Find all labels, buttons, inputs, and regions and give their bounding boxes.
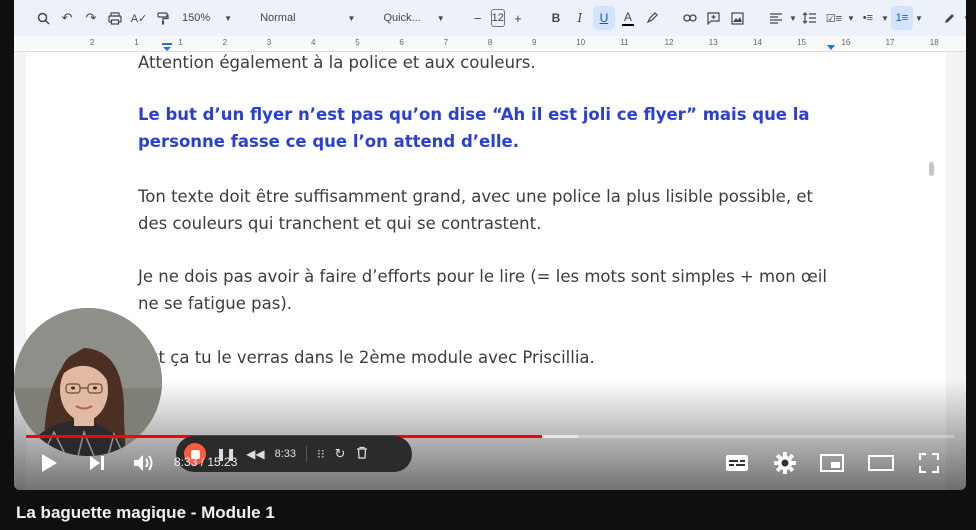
redo-icon: ↷	[85, 10, 97, 25]
ruler-number: 11	[620, 38, 629, 47]
ruler-number: 6	[399, 38, 404, 47]
ruler-number: 1	[134, 38, 139, 47]
time-display: 8:33 / 15:23	[174, 455, 238, 469]
align-icon	[765, 6, 787, 30]
ruler-number: 15	[797, 38, 807, 47]
bold-icon: B	[551, 11, 561, 25]
ruler-number: 18	[929, 38, 939, 47]
ruler-number: 3	[266, 38, 272, 47]
style-value: Normal	[260, 12, 296, 24]
font-size-field: 12	[490, 9, 505, 27]
delete-recording-icon[interactable]	[356, 446, 368, 462]
document-paragraph: Je ne dois pas avoir à faire d’efforts p…	[138, 267, 827, 313]
bulleted-list-icon: •≡	[862, 12, 874, 24]
document-page: Attention également à la police et aux c…	[26, 52, 946, 490]
chevron-down-icon: ▼	[880, 13, 889, 23]
ruler-number: 1	[178, 38, 183, 47]
ruler-number: 14	[753, 38, 762, 47]
zoom-value: 150%	[182, 12, 211, 24]
search-menus-icon	[32, 6, 54, 30]
theater-mode-button[interactable]	[867, 452, 895, 474]
document-scrollbar	[929, 162, 934, 176]
checklist-icon: ☑≡	[825, 12, 843, 25]
play-icon	[42, 454, 57, 472]
docs-toolbar: ↶ ↷ A✓ 150% ▼ Normal ▼ Quick... ▼ − 12 + B …	[14, 0, 966, 36]
chevron-down-icon: ▼	[846, 13, 855, 23]
document-paragraph: out ça tu le verras dans le 2ème module …	[138, 348, 595, 367]
ruler-number: 16	[841, 38, 851, 47]
presenter-image	[14, 308, 162, 456]
ruler-number: 5	[355, 38, 360, 47]
paint-format-icon	[152, 6, 174, 30]
document-paragraph: Ton texte doit être suffisamment grand, …	[138, 187, 813, 233]
volume-button[interactable]	[130, 450, 158, 476]
fullscreen-button[interactable]	[916, 450, 942, 476]
document-line: Attention également à la police et aux c…	[138, 53, 536, 72]
text-color-icon: A	[621, 10, 634, 26]
chevron-down-icon: ▼	[788, 13, 797, 23]
left-indent-marker[interactable]	[162, 38, 172, 51]
subtitles-button[interactable]	[724, 452, 750, 474]
link-icon	[679, 6, 701, 30]
increase-font-size-icon: +	[514, 10, 522, 26]
fullscreen-icon	[919, 453, 939, 473]
next-icon	[90, 456, 104, 470]
spellcheck-icon: A✓	[130, 12, 148, 25]
ruler-number: 17	[885, 38, 895, 47]
image-icon	[727, 6, 749, 30]
next-button[interactable]	[84, 450, 110, 476]
settings-button[interactable]	[772, 450, 798, 476]
highlight-icon	[641, 6, 663, 30]
progress-bar[interactable]	[26, 435, 954, 438]
youtube-watch-page: ↶ ↷ A✓ 150% ▼ Normal ▼ Quick... ▼ − 12 + B …	[0, 0, 976, 530]
underline-icon: U	[592, 6, 615, 30]
right-indent-marker[interactable]	[826, 38, 836, 50]
miniplayer-button[interactable]	[819, 452, 845, 474]
ruler-number: 2	[90, 38, 95, 47]
ruler-number: 12	[664, 38, 674, 47]
numbered-list-icon: 1≡	[890, 6, 913, 30]
ruler-number: 9	[532, 38, 537, 47]
style-dropdown: Normal ▼	[254, 6, 361, 30]
ruler-number: 10	[576, 38, 586, 47]
recorder-divider	[306, 446, 307, 462]
gear-icon	[774, 452, 796, 474]
editing-mode-icon	[939, 6, 961, 30]
document-highlight-paragraph: Le but d’un flyer n’est pas qu’on dise “…	[138, 105, 810, 151]
print-icon	[104, 6, 126, 30]
webcam-bubble	[14, 308, 162, 456]
line-spacing-icon	[799, 6, 821, 30]
ruler-number: 13	[708, 38, 718, 47]
ruler-number: 7	[443, 38, 449, 47]
play-button[interactable]	[36, 450, 62, 476]
video-title: La baguette magique - Module 1	[16, 503, 275, 522]
font-dropdown: Quick... ▼	[377, 6, 450, 30]
drag-handle-icon[interactable]: ⁝⁝	[317, 447, 325, 461]
ruler-number: 2	[222, 38, 228, 47]
theater-icon	[868, 455, 894, 471]
ruler-number: 8	[487, 38, 493, 47]
recording-elapsed: 8:33	[274, 448, 296, 460]
chevron-down-icon: ▼	[914, 13, 923, 23]
chevron-down-icon: ▼	[436, 13, 445, 23]
subtitles-icon	[726, 455, 748, 471]
italic-icon: I	[577, 11, 583, 25]
miniplayer-icon	[820, 454, 844, 472]
undo-icon: ↶	[61, 10, 73, 25]
restart-icon[interactable]: ↻	[335, 446, 346, 462]
zoom-dropdown: 150% ▼	[176, 6, 238, 30]
chevron-down-icon: ▼	[347, 13, 356, 23]
chevron-down-icon: ▼	[224, 13, 233, 23]
decrease-font-size-icon: −	[473, 10, 482, 26]
rewind-icon[interactable]: ◀◀	[246, 447, 264, 461]
chevron-down-icon: ▼	[963, 6, 966, 30]
volume-icon	[134, 455, 153, 471]
font-value: Quick...	[383, 12, 421, 24]
video-player[interactable]: ↶ ↷ A✓ 150% ▼ Normal ▼ Quick... ▼ − 12 + B …	[14, 0, 966, 490]
comment-icon	[703, 6, 725, 30]
ruler-number: 4	[311, 38, 316, 47]
